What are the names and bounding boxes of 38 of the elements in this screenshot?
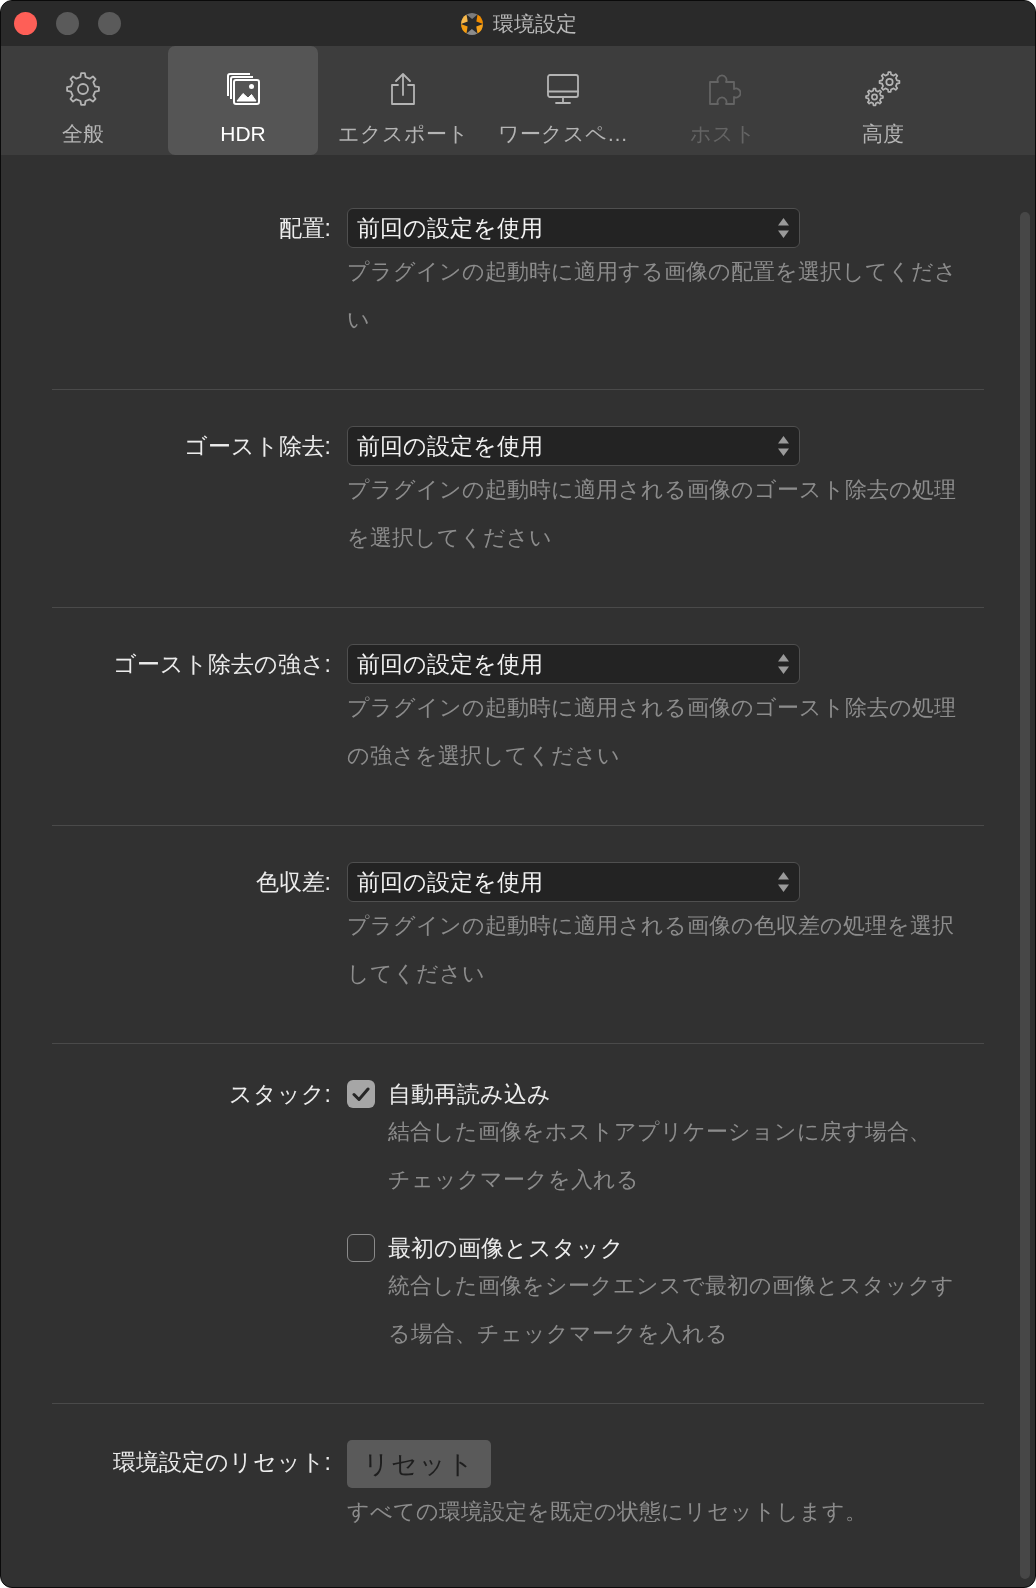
dropdown[interactable]: 前回の設定を使用	[347, 862, 800, 902]
checkbox[interactable]	[347, 1234, 375, 1262]
tab[interactable]: 高度	[808, 46, 958, 155]
tab[interactable]: エクスポート	[328, 46, 478, 155]
up-down-arrows-icon	[777, 217, 790, 239]
up-down-arrows-icon	[777, 653, 790, 675]
dropdown[interactable]: 前回の設定を使用	[347, 208, 800, 248]
setting-description: プラグインの起動時に適用される画像のゴースト除去の処理の強さを選択してください	[347, 694, 957, 770]
dropdown[interactable]: 前回の設定を使用	[347, 426, 800, 466]
tab[interactable]: ワークスペ…	[488, 46, 638, 155]
up-down-arrows-icon	[777, 435, 790, 457]
setting-label: スタック:	[228, 1079, 331, 1109]
setting-description: プラグインの起動時に適用する画像の配置を選択してください	[347, 258, 958, 334]
checkmark-icon	[352, 1086, 370, 1102]
checkbox[interactable]	[347, 1080, 375, 1108]
tab[interactable]: 全般	[8, 46, 158, 155]
tab[interactable]: HDR	[168, 46, 318, 155]
checkbox-label[interactable]: 自動再読み込み	[388, 1076, 551, 1112]
option-description: 統合した画像をシークエンスで最初の画像とスタックする場合、チェックマークを入れる	[388, 1272, 955, 1348]
stacked-images-icon	[225, 71, 261, 107]
setting-description: すべての環境設定を既定の状態にリセットします。	[347, 1498, 868, 1526]
gear-icon	[65, 71, 101, 107]
up-down-arrows-icon	[777, 871, 790, 893]
setting-label: 環境設定のリセット:	[112, 1447, 331, 1477]
monitor-icon	[545, 71, 581, 107]
window-title: 環境設定	[492, 10, 577, 37]
setting-label: 配置:	[278, 213, 331, 243]
gears-icon	[865, 71, 901, 107]
setting-label: 色収差:	[255, 867, 331, 897]
setting-label: ゴースト除去の強さ:	[112, 649, 331, 679]
setting-description: プラグインの起動時に適用される画像の色収差の処理を選択してください	[347, 912, 955, 988]
checkbox-label[interactable]: 最初の画像とスタック	[388, 1230, 624, 1266]
option-description: 結合した画像をホストアプリケーションに戻す場合、チェックマークを入れる	[388, 1118, 932, 1194]
dropdown[interactable]: 前回の設定を使用	[347, 644, 800, 684]
aperture-icon	[459, 11, 484, 36]
setting-label: ゴースト除去:	[183, 431, 331, 461]
setting-description: プラグインの起動時に適用される画像のゴースト除去の処理を選択してください	[347, 476, 957, 552]
close-button[interactable]	[14, 12, 37, 35]
